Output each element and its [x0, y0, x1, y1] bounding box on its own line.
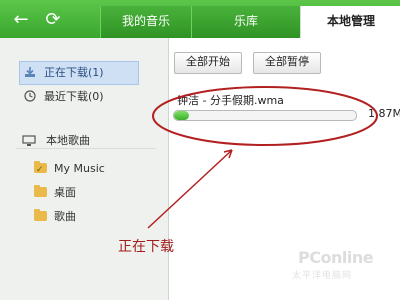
top-bar: ← ⟳ 我的音乐 乐库 本地管理 [0, 0, 400, 38]
sidebar: 正在下载(1) 最近下载(0) 本地歌曲 ✓ My Music 桌面 歌曲 [0, 38, 169, 300]
folder-icon [34, 185, 47, 197]
sidebar-item-label: 最近下载(0) [44, 90, 104, 103]
monitor-icon [22, 135, 36, 146]
download-progress-bar [173, 110, 357, 121]
watermark-subtitle: 太平洋电脑网 [292, 271, 353, 281]
watermark-logo: PConline [298, 248, 374, 267]
download-size: 1.87M [368, 107, 400, 120]
pause-all-button[interactable]: 全部暂停 [253, 52, 321, 74]
folder-icon [34, 209, 47, 221]
folder-label: 歌曲 [54, 210, 76, 223]
check-icon: ✓ [36, 165, 44, 175]
tab-music-library[interactable]: 乐库 [191, 6, 300, 38]
download-filename: 钟洁 - 分手假期.wma [177, 94, 284, 107]
refresh-icon[interactable]: ⟳ [42, 9, 64, 31]
sidebar-item-label: 正在下载(1) [44, 66, 104, 79]
sidebar-item-recent[interactable]: 最近下载(0) [20, 86, 140, 108]
start-all-button[interactable]: 全部开始 [174, 52, 242, 74]
folder-label: My Music [54, 162, 105, 175]
clock-icon [24, 90, 36, 102]
download-icon [25, 67, 35, 77]
folder-label: 桌面 [54, 186, 76, 199]
sidebar-item-downloading[interactable]: 正在下载(1) [19, 61, 139, 85]
back-arrow-icon[interactable]: ← [10, 9, 32, 31]
annotation-label: 正在下载 [118, 239, 174, 255]
sidebar-item-label: 本地歌曲 [46, 134, 90, 147]
download-progress-fill [174, 111, 189, 120]
tab-local-manage[interactable]: 本地管理 [300, 6, 400, 38]
tab-my-music[interactable]: 我的音乐 [100, 6, 191, 38]
